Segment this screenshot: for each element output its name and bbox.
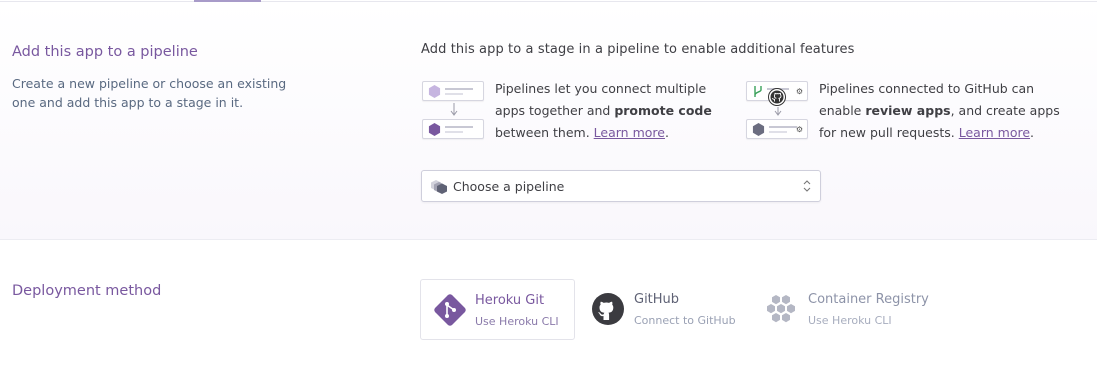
deploy-method-container-registry[interactable]: Container Registry Use Heroku CLI [755, 279, 955, 340]
deploy-method-title: GitHub [634, 292, 680, 307]
pipeline-section: Add this app to a pipeline Create a new … [0, 2, 1097, 240]
deploy-method-github[interactable]: GitHub Connect to GitHub [580, 279, 750, 340]
app-hex-icon [752, 123, 765, 136]
learn-more-link[interactable]: Learn more [594, 125, 665, 140]
settings-icon: ⚙ [795, 125, 803, 134]
pipeline-github-diagram: ⚙ ⚙ [746, 81, 808, 141]
github-icon [592, 293, 624, 325]
deploy-method-subtitle: Use Heroku CLI [475, 315, 559, 328]
info-text: between them. [495, 125, 594, 140]
pipeline-github-info: Pipelines connected to GitHub can enable… [819, 81, 1060, 140]
info-bold: promote code [614, 103, 712, 118]
info-bold: review apps [865, 103, 951, 118]
select-caret-icon [803, 180, 811, 192]
arrow-down-icon [774, 107, 782, 116]
pipeline-section-title: Add this app to a pipeline [12, 44, 198, 60]
container-registry-icon [767, 295, 795, 323]
pipeline-select-value: Choose a pipeline [453, 179, 565, 194]
deploy-method-title: Container Registry [808, 292, 929, 307]
pipeline-stage-card [422, 81, 484, 101]
pipeline-select[interactable]: Choose a pipeline [421, 170, 821, 202]
deployment-section-title: Deployment method [12, 283, 162, 299]
pipeline-icon [431, 180, 447, 194]
deploy-method-heroku-git[interactable]: Heroku Git Use Heroku CLI [420, 279, 575, 340]
pipeline-section-description: Create a new pipeline or choose an exist… [12, 76, 287, 110]
learn-more-link[interactable]: Learn more [959, 125, 1030, 140]
settings-icon: ⚙ [795, 87, 803, 96]
pipeline-promote-diagram [422, 81, 484, 141]
pipeline-stage-card [422, 119, 484, 139]
app-hex-icon [428, 123, 441, 136]
pipeline-stage-card: ⚙ [746, 119, 808, 139]
pipeline-promote-info: Pipelines let you connect multiple apps … [495, 81, 712, 140]
branch-icon [754, 86, 762, 97]
deploy-method-subtitle: Connect to GitHub [634, 314, 736, 327]
deploy-method-title: Heroku Git [475, 293, 545, 308]
stage-heading: Add this app to a stage in a pipeline to… [421, 42, 855, 57]
heroku-git-icon [434, 294, 466, 326]
deploy-method-subtitle: Use Heroku CLI [808, 314, 892, 327]
app-hex-icon [428, 85, 441, 98]
arrow-down-icon [450, 103, 458, 116]
